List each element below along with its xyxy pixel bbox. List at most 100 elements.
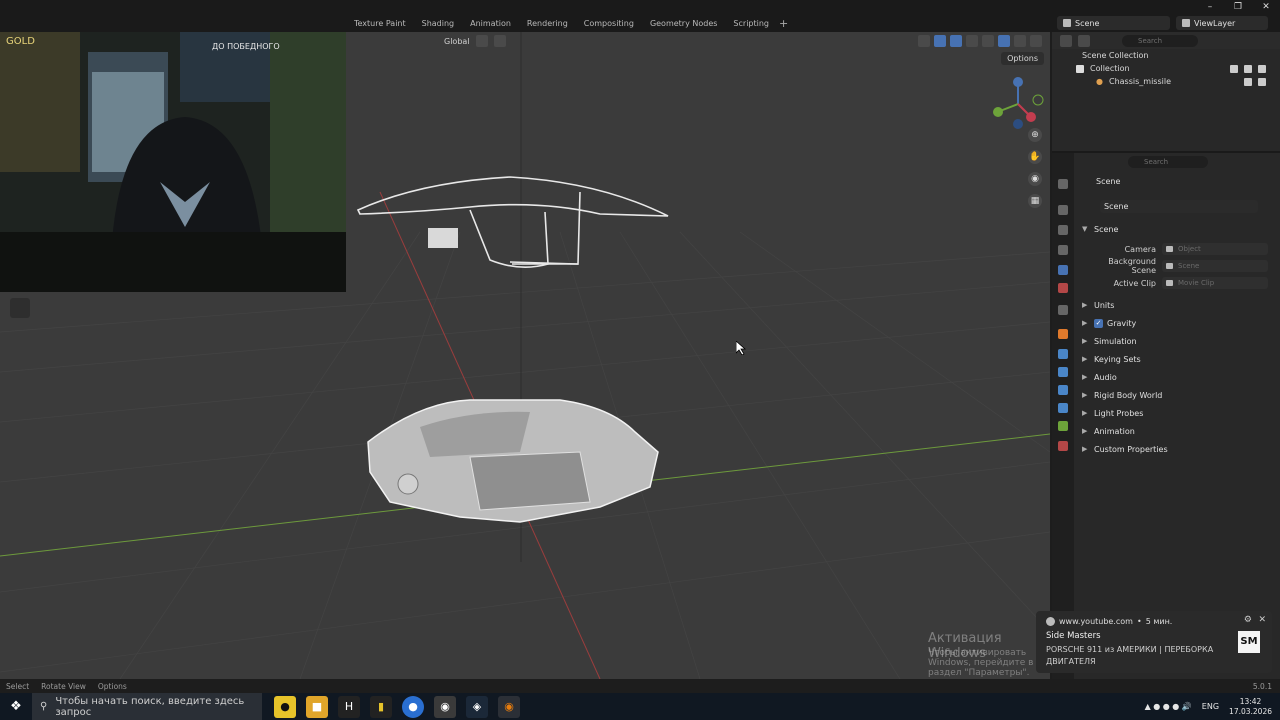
add-cube-tool-icon[interactable] bbox=[10, 298, 30, 318]
constraints-tab-icon[interactable] bbox=[1058, 403, 1068, 413]
panel-audio[interactable]: ▶ Audio bbox=[1082, 369, 1272, 385]
language-indicator[interactable]: ENG bbox=[1202, 702, 1219, 711]
top-bar: Texture Paint Shading Animation Renderin… bbox=[0, 0, 1280, 32]
tab-animation[interactable]: Animation bbox=[462, 15, 519, 32]
outliner-search-input[interactable]: Search bbox=[1122, 34, 1198, 47]
tab-shading[interactable]: Shading bbox=[414, 15, 463, 32]
tab-rendering[interactable]: Rendering bbox=[519, 15, 576, 32]
panel-rigid-body-world[interactable]: ▶ Rigid Body World bbox=[1082, 387, 1272, 403]
restore-icon[interactable]: ❐ bbox=[1224, 0, 1252, 14]
windows-taskbar: ❖ ⚲ Чтобы начать поиск, введите здесь за… bbox=[0, 693, 1280, 720]
zoom-icon[interactable]: ⊕ bbox=[1028, 128, 1042, 142]
eye-icon[interactable] bbox=[1244, 77, 1252, 86]
navigation-gizmo[interactable] bbox=[988, 74, 1048, 134]
wireframe-shading-icon[interactable] bbox=[982, 35, 994, 47]
gravity-checkbox[interactable]: ✓ bbox=[1094, 318, 1103, 328]
outliner-row-scene-collection[interactable]: Scene Collection bbox=[1052, 49, 1280, 62]
tab-geometry-nodes[interactable]: Geometry Nodes bbox=[642, 15, 725, 32]
camera-label: Camera bbox=[1124, 244, 1156, 254]
tool-tab-icon[interactable] bbox=[1058, 179, 1068, 189]
pan-hand-icon[interactable]: ✋ bbox=[1028, 150, 1042, 164]
properties-panel: Search Scene Scene ▼ Scene Camera Object… bbox=[1052, 151, 1280, 681]
file-explorer-icon[interactable]: ■ bbox=[306, 695, 328, 718]
blender-icon[interactable]: ◉ bbox=[498, 695, 520, 718]
clock-date: 17.03.2026 bbox=[1229, 706, 1272, 716]
camera-field[interactable]: Object bbox=[1162, 243, 1268, 255]
properties-header: Search bbox=[1074, 153, 1280, 170]
tab-texture-paint[interactable]: Texture Paint bbox=[346, 15, 414, 32]
checkbox-icon[interactable] bbox=[1230, 64, 1238, 73]
world-tab-icon[interactable] bbox=[1058, 283, 1068, 293]
panel-units[interactable]: ▶ Units bbox=[1082, 297, 1272, 313]
view-layer-selector[interactable]: ViewLayer bbox=[1176, 16, 1268, 30]
panel-gravity[interactable]: ▶ ✓ Gravity bbox=[1082, 315, 1272, 331]
object-toggles[interactable] bbox=[1244, 77, 1266, 86]
active-clip-field[interactable]: Movie Clip bbox=[1162, 277, 1268, 289]
xray-icon[interactable] bbox=[966, 35, 978, 47]
minimize-icon[interactable]: – bbox=[1196, 0, 1224, 14]
taskbar-search[interactable]: ⚲ Чтобы начать поиск, введите здесь запр… bbox=[32, 693, 262, 720]
scene-tab-icon[interactable] bbox=[1058, 265, 1068, 275]
visibility-icon[interactable] bbox=[918, 35, 930, 47]
outliner-row-collection[interactable]: Collection bbox=[1052, 62, 1280, 75]
display-mode-icon[interactable] bbox=[1060, 34, 1072, 47]
steam-icon[interactable]: ◈ bbox=[466, 695, 488, 718]
camera-view-icon[interactable]: ◉ bbox=[1028, 172, 1042, 186]
clock[interactable]: 13:42 17.03.2026 bbox=[1229, 697, 1272, 717]
background-scene-field[interactable]: Scene bbox=[1162, 260, 1268, 272]
close-icon[interactable]: ✕ bbox=[1258, 615, 1266, 625]
app-icon-h[interactable]: H bbox=[338, 695, 360, 718]
scene-selector[interactable]: Scene bbox=[1057, 16, 1170, 30]
perspective-grid-icon[interactable]: ▦ bbox=[1028, 194, 1042, 208]
data-tab-icon[interactable] bbox=[1058, 421, 1068, 431]
window-controls: – ❐ ✕ bbox=[1196, 0, 1280, 14]
panel-simulation[interactable]: ▶ Simulation bbox=[1082, 333, 1272, 349]
panel-label: Audio bbox=[1094, 372, 1117, 382]
chrome-icon[interactable]: ● bbox=[402, 695, 424, 718]
app-icon-1[interactable]: ● bbox=[274, 695, 296, 718]
chevron-right-icon: ▶ bbox=[1082, 301, 1088, 309]
solid-shading-icon[interactable] bbox=[998, 35, 1010, 47]
properties-search-input[interactable]: Search bbox=[1128, 155, 1208, 168]
3d-viewport[interactable]: Global Options ⊕ ✋ ◉ ▦ GOLD ДО ПОБЕДНОГО… bbox=[0, 32, 1050, 679]
object-tab-icon[interactable] bbox=[1058, 329, 1068, 339]
panel-animation[interactable]: ▶ Animation bbox=[1082, 423, 1272, 439]
orientation-dropdown[interactable]: Global bbox=[444, 37, 470, 46]
panel-light-probes[interactable]: ▶ Light Probes bbox=[1082, 405, 1272, 421]
collection-toggles[interactable] bbox=[1230, 64, 1266, 73]
camera-icon[interactable] bbox=[1258, 77, 1266, 86]
app-icon-yellow[interactable]: ▮ bbox=[370, 695, 392, 718]
tray-icons[interactable]: ▲ ● ● ● 🔊 bbox=[1145, 702, 1192, 711]
collection-tab-icon[interactable] bbox=[1058, 305, 1068, 315]
tab-compositing[interactable]: Compositing bbox=[576, 15, 642, 32]
scene-datablock-field[interactable]: Scene bbox=[1100, 200, 1258, 213]
output-tab-icon[interactable] bbox=[1058, 225, 1068, 235]
panel-keying-sets[interactable]: ▶ Keying Sets bbox=[1082, 351, 1272, 367]
rendered-shading-icon[interactable] bbox=[1030, 35, 1042, 47]
panel-custom-properties[interactable]: ▶ Custom Properties bbox=[1082, 441, 1272, 457]
material-tab-icon[interactable] bbox=[1058, 441, 1068, 451]
physics-tab-icon[interactable] bbox=[1058, 385, 1068, 395]
render-tab-icon[interactable] bbox=[1058, 205, 1068, 215]
snap-icon[interactable] bbox=[475, 35, 488, 47]
close-icon[interactable]: ✕ bbox=[1252, 0, 1280, 14]
filter-icon[interactable] bbox=[1078, 34, 1090, 47]
overlay-icon[interactable] bbox=[950, 35, 962, 47]
scene-panel-header[interactable]: ▼ Scene bbox=[1082, 221, 1272, 237]
camera-icon[interactable] bbox=[1258, 64, 1266, 73]
material-shading-icon[interactable] bbox=[1014, 35, 1026, 47]
add-workspace-button[interactable]: + bbox=[777, 17, 788, 30]
notification-toast[interactable]: www.youtube.com • 5 мин. Side Masters PO… bbox=[1036, 611, 1272, 673]
eye-icon[interactable] bbox=[1244, 64, 1252, 73]
windows-start-icon[interactable]: ❖ bbox=[0, 693, 32, 720]
modifier-tab-icon[interactable] bbox=[1058, 349, 1068, 359]
gear-icon[interactable]: ⚙ bbox=[1244, 615, 1252, 625]
view-layer-tab-icon[interactable] bbox=[1058, 245, 1068, 255]
proportional-edit-icon[interactable] bbox=[493, 35, 506, 47]
gizmo-icon[interactable] bbox=[934, 35, 946, 47]
app-icon-red[interactable]: ◉ bbox=[434, 695, 456, 718]
particles-tab-icon[interactable] bbox=[1058, 367, 1068, 377]
viewport-options-button[interactable]: Options bbox=[1001, 52, 1044, 65]
outliner-row-object[interactable]: ● Chassis_missile bbox=[1052, 75, 1280, 88]
tab-scripting[interactable]: Scripting bbox=[725, 15, 777, 32]
